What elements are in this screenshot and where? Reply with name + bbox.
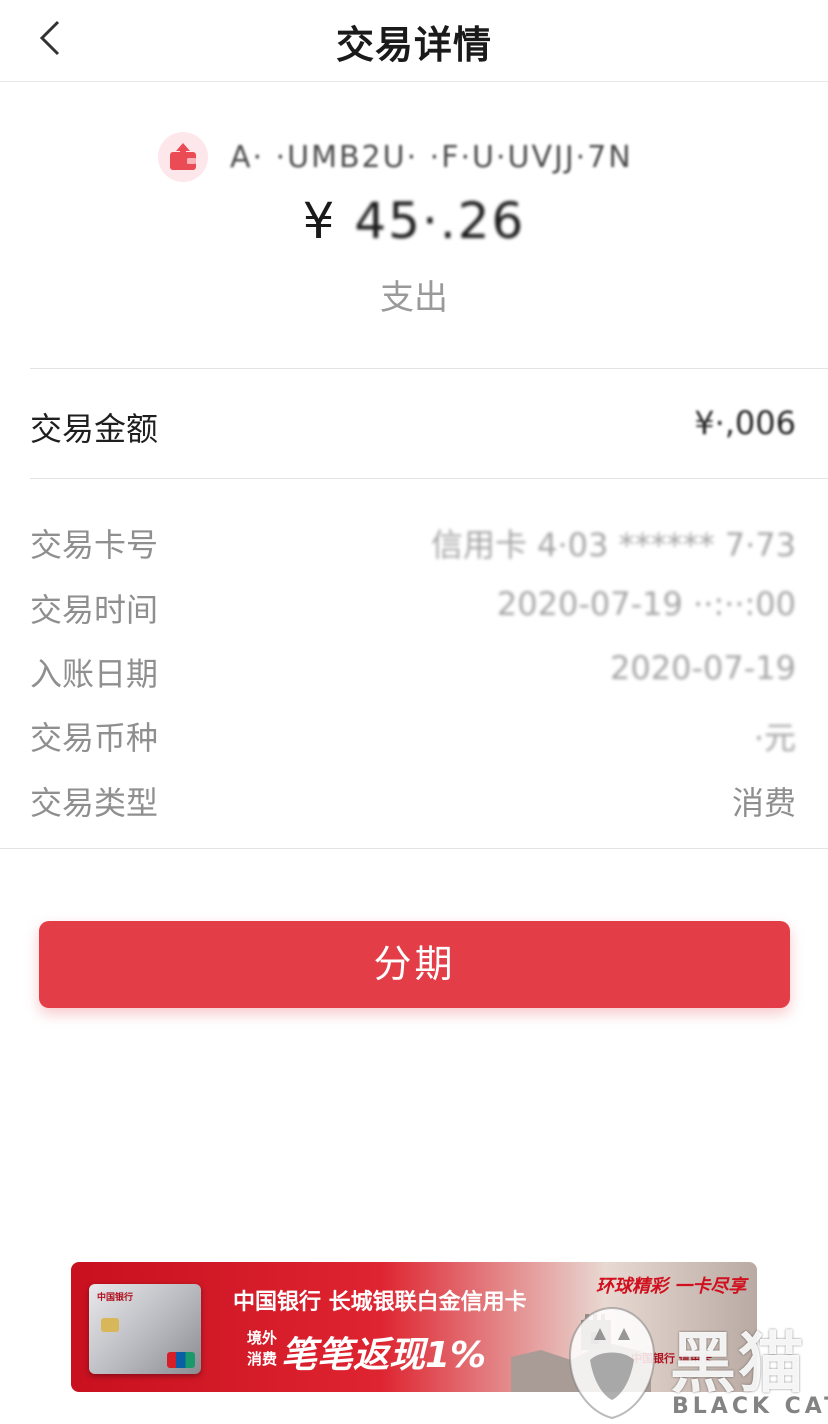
banner-small-line2: 消费 <box>247 1350 278 1368</box>
divider <box>30 368 828 369</box>
merchant-name: A· ·UMB2U· ·F·U·UVJJ·7N <box>230 139 633 175</box>
banner-small-line1: 境外 <box>247 1329 278 1347</box>
divider <box>30 478 828 479</box>
unionpay-logo-icon <box>167 1352 195 1368</box>
divider <box>0 848 828 849</box>
page-title: 交易详情 <box>335 23 492 67</box>
detail-value: ·元 <box>753 719 796 757</box>
detail-value: 2020-07-19 ··:··:00 <box>496 585 796 623</box>
banner-cashback: 笔笔返现1% <box>281 1335 487 1376</box>
detail-row-time: 交易时间 2020-07-19 ··:··:00 <box>0 573 828 637</box>
amount-row-value: ¥·,006 <box>694 404 796 442</box>
currency-symbol: ¥ <box>302 192 337 250</box>
transaction-summary: A· ·UMB2U· ·F·U·UVJJ·7N ¥ 45·.26 支出 <box>0 82 828 368</box>
detail-label: 入账日期 <box>30 655 159 693</box>
expense-wallet-icon <box>158 132 208 182</box>
detail-value: 消费 <box>731 784 796 822</box>
detail-row-type: 交易类型 消费 <box>0 766 828 830</box>
detail-label: 交易卡号 <box>30 526 159 564</box>
nav-bar: 交易详情 <box>0 0 828 82</box>
card-bank-logo: 中国银行 <box>97 1293 134 1303</box>
detail-value: 信用卡 4·03 ****** 7·73 <box>430 526 796 564</box>
amount-row-label: 交易金额 <box>30 410 159 448</box>
watermark-english: BLACK CAT <box>672 1394 828 1419</box>
merchant-row: A· ·UMB2U· ·F·U·UVJJ·7N <box>158 132 633 182</box>
detail-row-currency: 交易币种 ·元 <box>0 701 828 765</box>
card-chip <box>101 1318 119 1332</box>
detail-value: 2020-07-19 <box>610 649 796 687</box>
transaction-amount: ¥ 45·.26 <box>0 192 828 250</box>
direction-label: 支出 <box>380 278 448 318</box>
watermark-chinese: 黑猫 <box>670 1325 806 1402</box>
detail-label: 交易时间 <box>30 591 159 629</box>
detail-label: 交易币种 <box>30 719 159 757</box>
detail-row-card-number: 交易卡号 信用卡 4·03 ****** 7·73 <box>0 508 828 572</box>
amount-row: 交易金额 ¥·,006 <box>0 370 828 478</box>
credit-card-image: 中国银行 <box>89 1284 201 1374</box>
detail-label: 交易类型 <box>30 784 159 822</box>
banner-slogan: 环球精彩 一卡尽享 <box>596 1276 747 1297</box>
cat-logo-icon <box>568 1306 656 1420</box>
detail-row-posting-date: 入账日期 2020-07-19 <box>0 637 828 701</box>
banner-title: 中国银行 长城银联白金信用卡 <box>233 1290 527 1315</box>
banner-small-text: 境外 消费 <box>247 1328 277 1370</box>
black-cat-watermark: 黑猫 BLACK CAT <box>560 1300 828 1424</box>
amount-value: 45·.26 <box>354 192 526 250</box>
installment-button[interactable]: 分期 <box>39 921 790 1008</box>
